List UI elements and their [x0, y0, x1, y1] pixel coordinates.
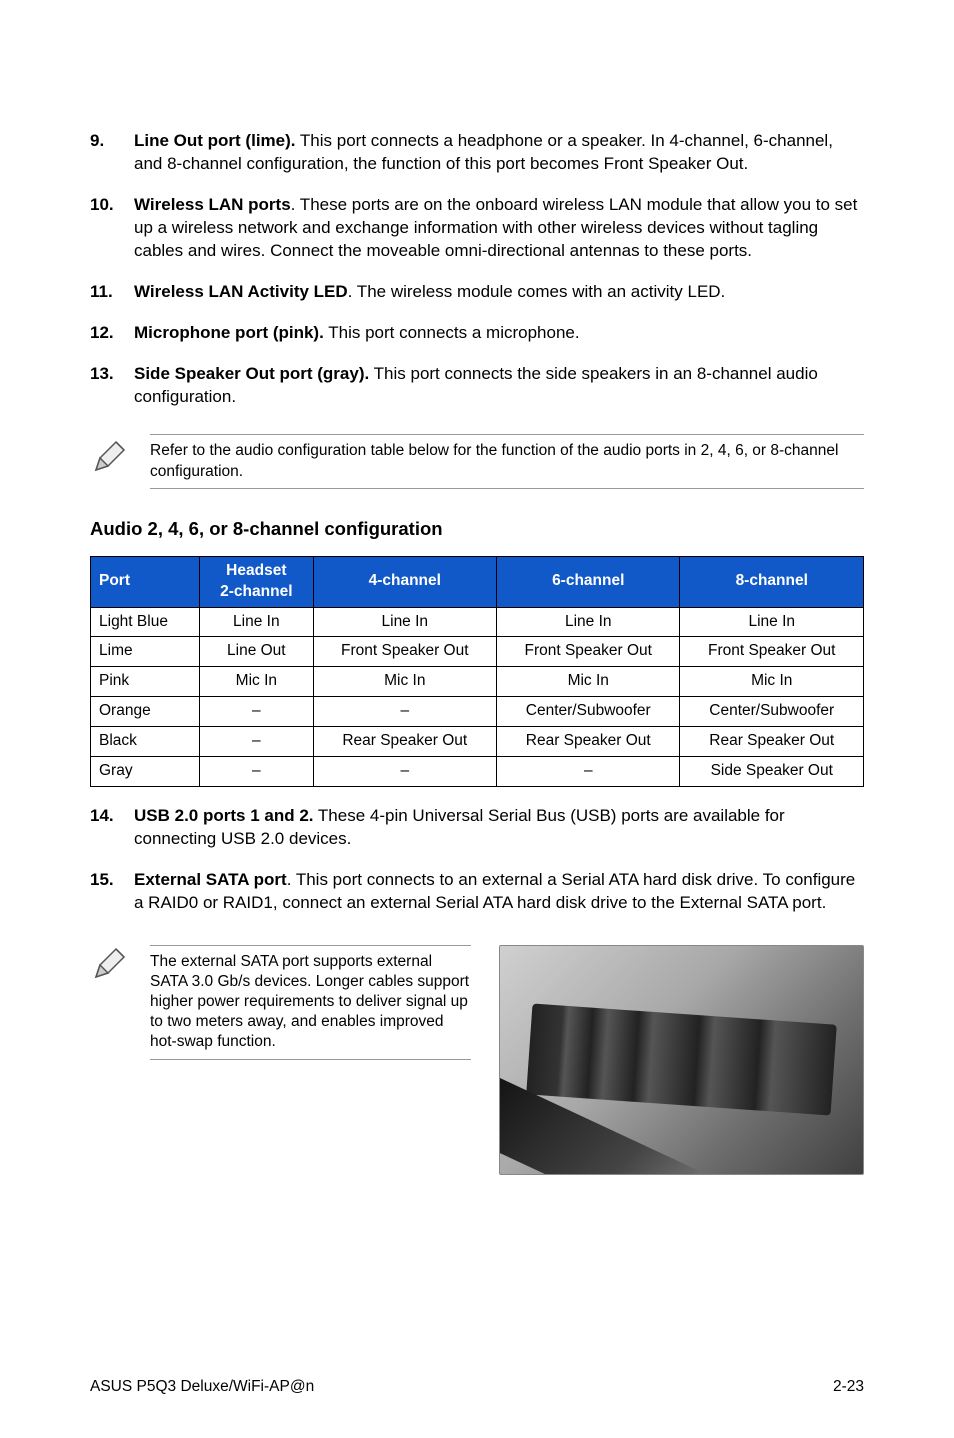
- td-port: Gray: [91, 757, 200, 787]
- th-8ch: 8-channel: [680, 556, 864, 607]
- table-row: Orange – – Center/Subwoofer Center/Subwo…: [91, 697, 864, 727]
- item-lead: External SATA port: [134, 870, 287, 889]
- audio-config-table: Port Headset2-channel 4-channel 6-channe…: [90, 556, 864, 787]
- td: –: [313, 757, 496, 787]
- td: Line In: [497, 607, 680, 637]
- section-heading: Audio 2, 4, 6, or 8-channel configuratio…: [90, 517, 864, 542]
- td: Front Speaker Out: [313, 637, 496, 667]
- td: Line In: [200, 607, 313, 637]
- list-item-12: 12. Microphone port (pink). This port co…: [90, 322, 864, 345]
- td: Rear Speaker Out: [313, 727, 496, 757]
- th-6ch: 6-channel: [497, 556, 680, 607]
- list-item-14: 14. USB 2.0 ports 1 and 2. These 4-pin U…: [90, 805, 864, 851]
- table-row: Light Blue Line In Line In Line In Line …: [91, 607, 864, 637]
- item-rest: This port connects a microphone.: [324, 323, 580, 342]
- table-row: Black – Rear Speaker Out Rear Speaker Ou…: [91, 727, 864, 757]
- td: Mic In: [680, 667, 864, 697]
- td: Rear Speaker Out: [680, 727, 864, 757]
- th-port: Port: [91, 556, 200, 607]
- divider: [150, 1059, 471, 1060]
- page-footer: ASUS P5Q3 Deluxe/WiFi-AP@n 2-23: [90, 1337, 864, 1398]
- footer-right: 2-23: [833, 1377, 864, 1398]
- note-block-2: The external SATA port supports external…: [90, 941, 864, 1175]
- td: Mic In: [497, 667, 680, 697]
- item-lead: Side Speaker Out port (gray).: [134, 364, 369, 383]
- td-port: Orange: [91, 697, 200, 727]
- td: –: [313, 697, 496, 727]
- item-rest: . The wireless module comes with an acti…: [348, 282, 726, 301]
- note-text: The external SATA port supports external…: [150, 952, 471, 1053]
- item-lead: Wireless LAN Activity LED: [134, 282, 348, 301]
- th-4ch: 4-channel: [313, 556, 496, 607]
- td: Center/Subwoofer: [680, 697, 864, 727]
- item-lead: Microphone port (pink).: [134, 323, 324, 342]
- io-panel-photo: [499, 945, 864, 1175]
- td-port: Lime: [91, 637, 200, 667]
- td-port: Black: [91, 727, 200, 757]
- item-body: Microphone port (pink). This port connec…: [134, 322, 864, 345]
- note-pencil-icon: [90, 941, 150, 985]
- item-body: Wireless LAN Activity LED. The wireless …: [134, 281, 864, 304]
- item-number: 15.: [90, 869, 134, 915]
- divider: [150, 488, 864, 489]
- divider: [150, 434, 864, 435]
- note-pencil-icon: [90, 434, 150, 478]
- item-body: Line Out port (lime). This port connects…: [134, 130, 864, 176]
- note-block-1: Refer to the audio configuration table b…: [90, 434, 864, 488]
- td: Line In: [313, 607, 496, 637]
- footer-left: ASUS P5Q3 Deluxe/WiFi-AP@n: [90, 1377, 314, 1398]
- item-body: USB 2.0 ports 1 and 2. These 4-pin Unive…: [134, 805, 864, 851]
- note-text: Refer to the audio configuration table b…: [150, 441, 864, 481]
- td: Line In: [680, 607, 864, 637]
- list-item-9: 9. Line Out port (lime). This port conne…: [90, 130, 864, 176]
- item-body: External SATA port. This port connects t…: [134, 869, 864, 915]
- item-lead: Line Out port (lime).: [134, 131, 296, 150]
- list-item-10: 10. Wireless LAN ports. These ports are …: [90, 194, 864, 263]
- item-number: 10.: [90, 194, 134, 263]
- item-number: 11.: [90, 281, 134, 304]
- td: Mic In: [313, 667, 496, 697]
- item-number: 14.: [90, 805, 134, 851]
- table-row: Lime Line Out Front Speaker Out Front Sp…: [91, 637, 864, 667]
- td: Rear Speaker Out: [497, 727, 680, 757]
- list-item-13: 13. Side Speaker Out port (gray). This p…: [90, 363, 864, 409]
- list-item-15: 15. External SATA port. This port connec…: [90, 869, 864, 915]
- item-number: 12.: [90, 322, 134, 345]
- td-port: Pink: [91, 667, 200, 697]
- table-row: Gray – – – Side Speaker Out: [91, 757, 864, 787]
- td: –: [200, 727, 313, 757]
- item-number: 9.: [90, 130, 134, 176]
- table-row: Pink Mic In Mic In Mic In Mic In: [91, 667, 864, 697]
- td: Side Speaker Out: [680, 757, 864, 787]
- td: Front Speaker Out: [680, 637, 864, 667]
- td: Line Out: [200, 637, 313, 667]
- item-body: Wireless LAN ports. These ports are on t…: [134, 194, 864, 263]
- item-lead: Wireless LAN ports: [134, 195, 291, 214]
- divider: [150, 945, 471, 946]
- td: Mic In: [200, 667, 313, 697]
- item-lead: USB 2.0 ports 1 and 2.: [134, 806, 314, 825]
- td: Front Speaker Out: [497, 637, 680, 667]
- td: –: [497, 757, 680, 787]
- item-number: 13.: [90, 363, 134, 409]
- list-item-11: 11. Wireless LAN Activity LED. The wirel…: [90, 281, 864, 304]
- td: –: [200, 757, 313, 787]
- td: –: [200, 697, 313, 727]
- td: Center/Subwoofer: [497, 697, 680, 727]
- th-2ch: Headset2-channel: [200, 556, 313, 607]
- item-body: Side Speaker Out port (gray). This port …: [134, 363, 864, 409]
- td-port: Light Blue: [91, 607, 200, 637]
